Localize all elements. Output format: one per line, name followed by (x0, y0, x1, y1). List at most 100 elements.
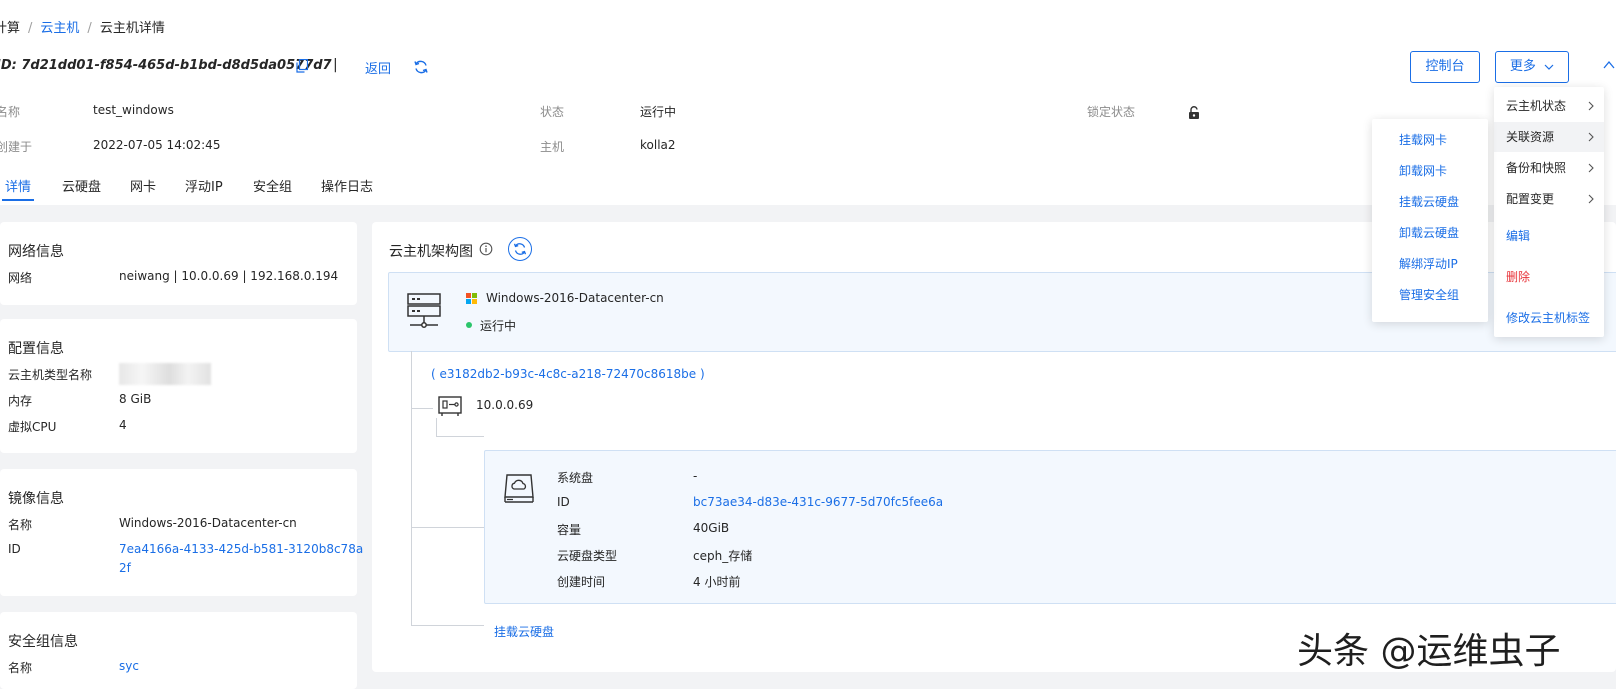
active-tab-indicator (2, 199, 34, 201)
image-name-label: 名称 (8, 518, 33, 532)
vm-id-label: ID: (0, 58, 17, 73)
running-status-dot (466, 322, 472, 328)
server-icon (407, 293, 441, 328)
header-divider: | (333, 57, 338, 73)
network-info-card: 网络信息 网络 neiwang | 10.0.0.69 | 192.168.0.… (0, 222, 357, 305)
volume-id-label: ID (557, 495, 570, 509)
config-info-card: 配置信息 云主机类型名称 内存 8 GiB 虚拟CPU 4 (0, 319, 357, 453)
refresh-icon[interactable] (413, 59, 429, 75)
volume-created-label: 创建时间 (557, 575, 606, 589)
menu-item-label: 配置变更 (1506, 192, 1555, 206)
refresh-icon (513, 243, 527, 255)
chevron-down-icon (1544, 64, 1554, 70)
image-info-card: 镜像信息 名称 Windows-2016-Datacenter-cn ID 7e… (0, 469, 363, 596)
card-title: 镜像信息 (8, 491, 64, 507)
menu-item-edit[interactable]: 编辑 (1494, 221, 1604, 251)
console-button[interactable]: 控制台 (1410, 51, 1480, 83)
breadcrumb: 计算 / 云主机 / 云主机详情 (0, 17, 165, 36)
host-label: 主机 (540, 140, 565, 154)
tree-connector (411, 408, 433, 409)
more-button[interactable]: 更多 (1495, 51, 1569, 83)
related-resources-submenu: 挂载网卡 卸载网卡 挂载云硬盘 卸载云硬盘 解绑浮动IP 管理安全组 (1372, 119, 1488, 322)
volume-size-label: 容量 (557, 523, 582, 537)
network-value: neiwang | 10.0.0.69 | 192.168.0.194 (119, 269, 339, 283)
chevron-right-icon (1588, 194, 1594, 204)
attach-volume-link[interactable]: 挂载云硬盘 (494, 623, 554, 640)
host-value: kolla2 (640, 138, 676, 152)
submenu-detach-volume[interactable]: 卸载云硬盘 (1399, 224, 1459, 241)
volume-id-link[interactable]: bc73ae34-d83e-431c-9677-5d70fc5fee6a (693, 495, 943, 509)
tree-connector (436, 436, 484, 437)
flavor-label: 云主机类型名称 (8, 368, 93, 382)
submenu-unbind-floating-ip[interactable]: 解绑浮动IP (1399, 255, 1458, 272)
image-id-link[interactable]: 7ea4166a-4133-425d-b581-3120b8c78a (119, 542, 363, 556)
image-name-value: Windows-2016-Datacenter-cn (119, 516, 297, 530)
security-group-info-card: 安全组信息 名称 syc (0, 612, 357, 689)
chevron-right-icon (1588, 101, 1594, 111)
tab-floating-ip[interactable]: 浮动IP (185, 176, 223, 195)
menu-item-related-resources[interactable]: 关联资源 (1494, 122, 1604, 152)
tab-volumes[interactable]: 云硬盘 (62, 176, 101, 195)
breadcrumb-item-compute[interactable]: 计算 (0, 21, 20, 36)
lock-status-label: 锁定状态 (1087, 105, 1136, 119)
vcpu-label: 虚拟CPU (8, 420, 57, 434)
volume-size-value: 40GiB (693, 521, 730, 535)
tree-connector (411, 527, 484, 528)
menu-item-config-change[interactable]: 配置变更 (1494, 184, 1604, 214)
card-title: 配置信息 (8, 341, 64, 357)
more-button-label: 更多 (1509, 59, 1536, 74)
chevron-up-icon[interactable] (1603, 59, 1615, 71)
vm-status: 运行中 (480, 319, 517, 333)
created-value: 2022-07-05 14:02:45 (93, 138, 221, 152)
windows-logo-icon (466, 293, 477, 304)
image-id-label: ID (8, 542, 21, 556)
menu-item-delete[interactable]: 删除 (1494, 262, 1604, 292)
tab-nics[interactable]: 网卡 (130, 176, 156, 195)
card-title: 网络信息 (8, 244, 64, 260)
menu-item-vm-state[interactable]: 云主机状态 (1494, 91, 1604, 121)
copy-icon[interactable] (296, 59, 308, 73)
breadcrumb-item-current: 云主机详情 (99, 21, 165, 36)
more-dropdown-menu: 云主机状态 关联资源 备份和快照 配置变更 编辑 删除 修改云主机标签 (1494, 87, 1604, 337)
system-disk-value: - (693, 469, 698, 483)
menu-item-label: 备份和快照 (1506, 161, 1567, 175)
secgroup-name-link[interactable]: syc (119, 659, 139, 673)
network-card-icon (438, 396, 462, 416)
menu-item-edit-tags[interactable]: 修改云主机标签 (1494, 303, 1604, 333)
topology-refresh-button[interactable] (508, 237, 532, 261)
flavor-value-redacted (119, 363, 211, 385)
volume-node: 系统盘 - ID bc73ae34-d83e-431c-9677-5d70fc5… (484, 450, 1616, 604)
name-value: test_windows (93, 103, 174, 117)
image-id-link-continued[interactable]: 2f (119, 561, 131, 575)
vm-id-value: 7d21dd01-f854-465d-b1bd-d8d5da0577d7 (21, 58, 332, 73)
port-ip: 10.0.0.69 (476, 398, 534, 412)
status-value: 运行中 (640, 105, 677, 119)
port-id-link[interactable]: ( e3182db2-b93c-4c8c-a218-72470c8618be ) (431, 367, 705, 381)
info-icon[interactable] (479, 242, 493, 256)
submenu-attach-volume[interactable]: 挂载云硬盘 (1399, 193, 1459, 210)
secgroup-name-label: 名称 (8, 661, 33, 675)
breadcrumb-item-vm[interactable]: 云主机 (40, 21, 79, 36)
tab-details[interactable]: 详情 (5, 176, 31, 195)
topology-title: 云主机架构图 (389, 244, 473, 260)
back-link[interactable]: 返回 (365, 58, 391, 77)
volume-created-value: 4 小时前 (693, 575, 741, 589)
tab-action-logs[interactable]: 操作日志 (321, 176, 373, 195)
tab-security-groups[interactable]: 安全组 (253, 176, 292, 195)
unlock-icon (1189, 106, 1199, 119)
breadcrumb-separator: / (87, 21, 92, 36)
submenu-manage-security-groups[interactable]: 管理安全组 (1399, 286, 1459, 303)
status-label: 状态 (540, 105, 565, 119)
cloud-disk-icon (504, 474, 534, 503)
volume-type-label: 云硬盘类型 (557, 549, 618, 563)
menu-item-label: 关联资源 (1506, 130, 1555, 144)
vm-image-name: Windows-2016-Datacenter-cn (486, 291, 664, 305)
submenu-detach-nic[interactable]: 卸载网卡 (1399, 162, 1447, 179)
menu-item-backup-snapshot[interactable]: 备份和快照 (1494, 153, 1604, 183)
tree-connector (436, 418, 437, 436)
tree-connector (411, 625, 484, 626)
submenu-attach-nic[interactable]: 挂载网卡 (1399, 131, 1447, 148)
name-label: 名称 (0, 105, 21, 119)
created-label: 创建于 (0, 140, 33, 154)
network-label: 网络 (8, 271, 33, 285)
